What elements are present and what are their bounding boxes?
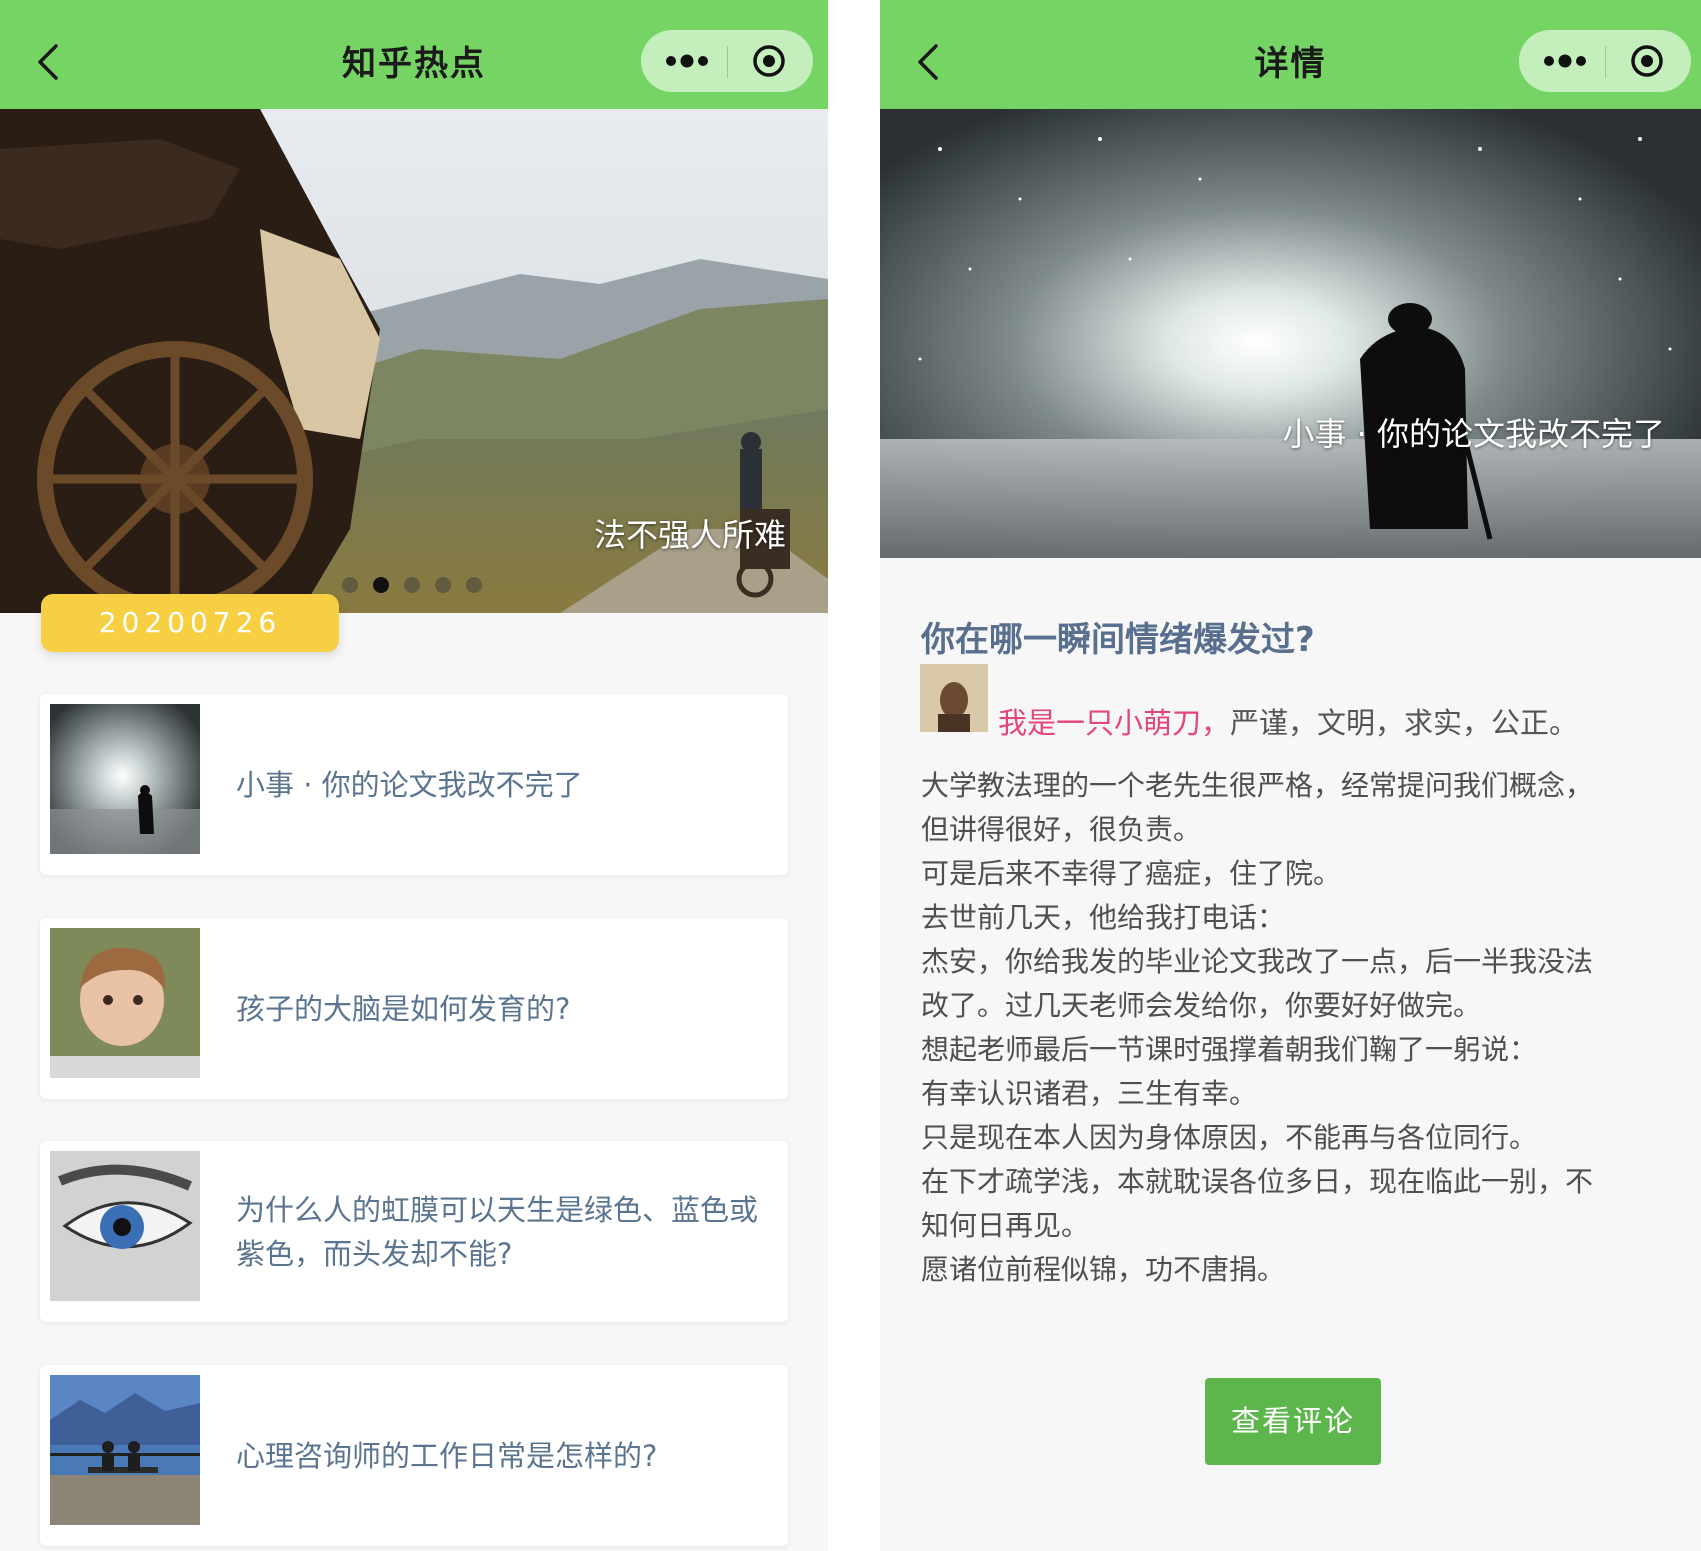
body-line: 杰安，你给我发的毕业论文我改了一点，后一半我没法 [921, 945, 1594, 978]
child-portrait-image [50, 928, 200, 1078]
article-thumbnail [50, 928, 200, 1078]
banner-carousel[interactable]: 法不强人所难 [0, 109, 828, 613]
carousel-dot[interactable] [466, 577, 482, 593]
more-dots-icon[interactable] [1541, 49, 1589, 73]
body-line: 想起老师最后一节课时强撑着朝我们鞠了一躬说： [921, 1033, 1538, 1066]
article-title: 为什么人的虹膜可以天生是绿色、蓝色或紫色，而头发却不能? [236, 1192, 759, 1271]
article-title: 小事 · 你的论文我改不完了 [236, 767, 583, 802]
capsule-menu [641, 30, 813, 92]
body-line: 改了。过几天老师会发给你，你要好好做完。 [921, 989, 1482, 1022]
carousel-dot[interactable] [404, 577, 420, 593]
carousel-dot[interactable] [342, 577, 358, 593]
night-old-man-image [50, 704, 200, 854]
body-line: 只是现在本人因为身体原因，不能再与各位同行。 [921, 1121, 1538, 1154]
article-card[interactable]: 小事 · 你的论文我改不完了 [40, 694, 788, 875]
body-line: 大学教法理的一个老先生很严格，经常提问我们概念， [921, 769, 1594, 802]
navbar: 知乎热点 [0, 0, 828, 109]
article-thumbnail [50, 704, 200, 854]
article-heading: 你在哪一瞬间情绪爆发过? [921, 620, 1315, 660]
date-badge: 20200726 [41, 594, 339, 652]
eye-closeup-image [50, 1151, 200, 1301]
article-title: 孩子的大脑是如何发育的? [236, 991, 571, 1026]
author-avatar-image [920, 664, 988, 732]
body-line: 去世前几天，他给我打电话： [921, 901, 1286, 934]
more-dots-icon[interactable] [663, 49, 711, 73]
carousel-dot[interactable] [435, 577, 451, 593]
capsule-divider [727, 46, 728, 78]
capsule-menu [1519, 30, 1691, 92]
home-screen: 知乎热点 法不强人所难 20200726 小事 · 你的论文我改不完了 孩子的大… [0, 0, 828, 1551]
close-target-icon[interactable] [1629, 43, 1665, 79]
body-line: 但讲得很好，很负责。 [921, 813, 1202, 846]
night-old-man-image [880, 109, 1701, 558]
author-name[interactable]: 我是一只小萌刀， [998, 706, 1230, 740]
capsule-divider [1605, 46, 1606, 78]
carousel-dot-active[interactable] [373, 577, 389, 593]
body-line: 可是后来不幸得了癌症，住了院。 [921, 857, 1342, 890]
hero-image: 小事 · 你的论文我改不完了 [880, 109, 1701, 558]
article-thumbnail [50, 1151, 200, 1301]
article-card[interactable]: 心理咨询师的工作日常是怎样的? [40, 1365, 788, 1546]
hero-caption: 小事 · 你的论文我改不完了 [1282, 415, 1665, 453]
body-line: 在下才疏学浅，本就耽误各位多日，现在临此一别，不 [921, 1165, 1594, 1198]
body-line: 有幸认识诸君，三生有幸。 [921, 1077, 1258, 1110]
article-thumbnail [50, 1375, 200, 1525]
detail-screen: 详情 小事 · 你的论文我改不完了 你在哪一瞬间情绪爆发过? 我是一只小萌刀，严… [880, 0, 1701, 1551]
view-comments-button[interactable]: 查看评论 [1205, 1378, 1381, 1465]
author-line: 我是一只小萌刀，严谨，文明，求实，公正。 [998, 700, 1578, 742]
banner-caption: 法不强人所难 [593, 516, 786, 554]
close-target-icon[interactable] [751, 43, 787, 79]
lake-bench-image [50, 1375, 200, 1525]
article-card[interactable]: 为什么人的虹膜可以天生是绿色、蓝色或紫色，而头发却不能? [40, 1141, 788, 1322]
body-line: 愿诸位前程似锦，功不唐捐。 [921, 1253, 1286, 1286]
navbar: 详情 [880, 0, 1701, 109]
carousel-indicator [342, 577, 482, 595]
article-title: 心理咨询师的工作日常是怎样的? [236, 1438, 658, 1473]
article-card[interactable]: 孩子的大脑是如何发育的? [40, 918, 788, 1099]
body-line: 知何日再见。 [921, 1209, 1090, 1242]
article-body: 大学教法理的一个老先生很严格，经常提问我们概念， 但讲得很好，很负责。 可是后来… [921, 764, 1661, 1292]
author-bio: 严谨，文明，求实，公正。 [1230, 706, 1579, 740]
avatar[interactable] [920, 664, 988, 732]
